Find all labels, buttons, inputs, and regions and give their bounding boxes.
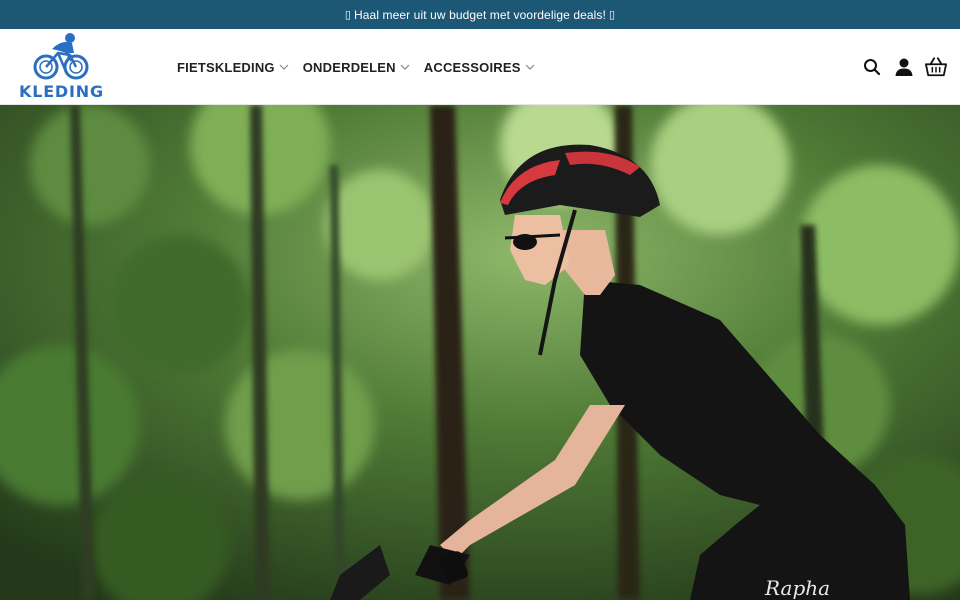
chevron-down-icon xyxy=(400,64,410,70)
jersey-print: Rapha xyxy=(764,576,830,600)
promo-right-icon: ▯ xyxy=(608,8,616,21)
promo-text: Haal meer uit uw budget met voordelige d… xyxy=(354,7,606,22)
header-icons xyxy=(851,29,947,105)
cyclist-icon xyxy=(33,33,89,80)
nav-label: FIETSKLEDING xyxy=(177,59,275,75)
cyclist-in-forest-photo: Rapha xyxy=(0,105,960,600)
main-nav: FIETSKLEDING ONDERDELEN ACCESSOIRES xyxy=(177,29,549,105)
nav-item-accessoires[interactable]: ACCESSOIRES xyxy=(424,60,535,75)
promo-left-icon: ▯ xyxy=(344,8,351,21)
search-icon xyxy=(864,59,881,76)
account-button[interactable] xyxy=(893,56,915,78)
nav-item-fietskleding[interactable]: FIETSKLEDING xyxy=(177,60,289,75)
cart-button[interactable] xyxy=(925,56,947,78)
logo-text: KLEDING xyxy=(19,82,104,101)
nav-label: ONDERDELEN xyxy=(302,59,396,75)
account-icon xyxy=(895,58,913,76)
promo-bar: ▯ Haal meer uit uw budget met voordelige… xyxy=(0,0,960,29)
search-button[interactable] xyxy=(861,56,883,78)
chevron-down-icon xyxy=(525,64,535,70)
site-logo[interactable]: KLEDING xyxy=(18,31,108,103)
nav-item-onderdelen[interactable]: ONDERDELEN xyxy=(303,60,410,75)
hero-banner: Rapha xyxy=(0,105,960,600)
site-header: KLEDING FIETSKLEDING ONDERDELEN ACCESSOI… xyxy=(0,29,960,105)
nav-label: ACCESSOIRES xyxy=(423,59,521,75)
cart-basket-icon xyxy=(925,57,947,77)
chevron-down-icon xyxy=(279,64,289,70)
